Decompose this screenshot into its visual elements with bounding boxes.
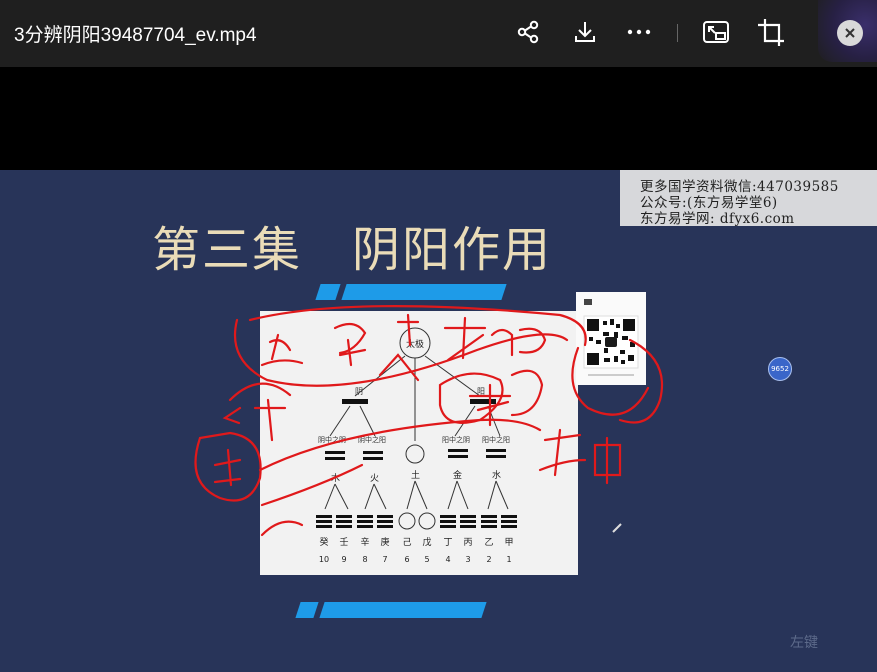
red-handwriting-layer bbox=[194, 305, 664, 537]
close-icon bbox=[845, 28, 855, 38]
more-button[interactable] bbox=[622, 15, 656, 49]
toolbar-divider bbox=[677, 24, 678, 42]
corner-hint-text: 左键 bbox=[790, 635, 818, 651]
share-icon bbox=[517, 20, 539, 44]
crop-icon bbox=[758, 19, 784, 46]
video-frame[interactable]: 第三集 阴阳作用 更多国学资料微信:447039585 公众号:(东方易学堂6)… bbox=[0, 170, 877, 672]
close-button[interactable] bbox=[837, 20, 863, 46]
pen-tool-badge: 9652 bbox=[768, 357, 792, 381]
video-file-title: 3分辨阴阳39487704_ev.mp4 bbox=[14, 25, 257, 46]
download-button[interactable] bbox=[568, 15, 602, 49]
picture-in-picture-icon bbox=[703, 21, 729, 43]
crop-button[interactable] bbox=[754, 15, 788, 49]
title-bar: 3分辨阴阳39487704_ev.mp4 bbox=[0, 0, 877, 67]
more-icon bbox=[627, 29, 651, 35]
share-button[interactable] bbox=[511, 15, 545, 49]
pencil-cursor-icon bbox=[612, 523, 622, 533]
download-icon bbox=[575, 22, 595, 42]
video-letterbox bbox=[0, 67, 877, 170]
picture-in-picture-button[interactable] bbox=[699, 15, 733, 49]
